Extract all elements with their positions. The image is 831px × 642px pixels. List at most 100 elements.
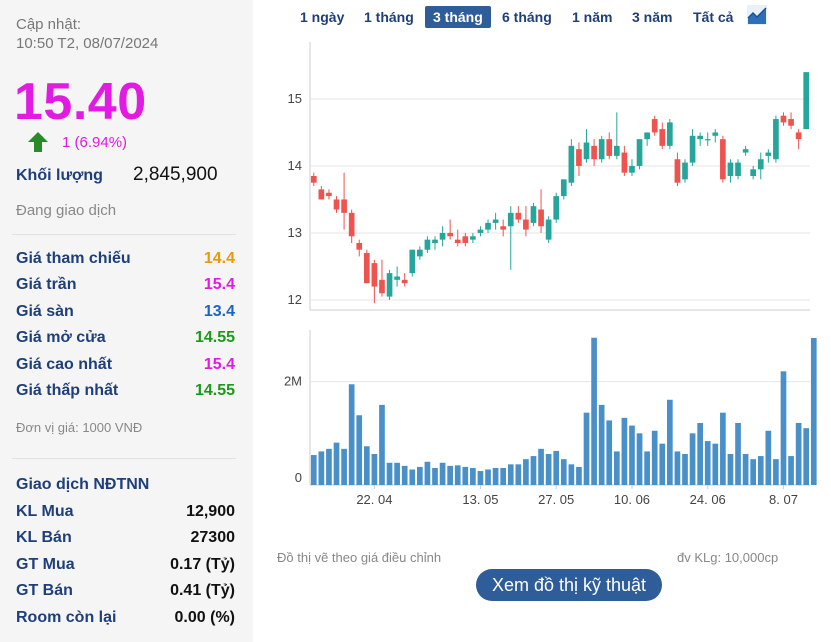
price-row-value: 14.4 xyxy=(203,250,235,267)
price-change: 1 (6.94%) xyxy=(62,134,128,151)
price-row-value: 14.55 xyxy=(194,382,235,399)
candle-body xyxy=(644,132,650,140)
candle-body xyxy=(363,253,370,284)
candle-body xyxy=(477,229,484,233)
foreign-row-buy-volume: KL Mua 12,900 xyxy=(16,503,235,525)
candle-body xyxy=(310,176,317,183)
price-row-label: Giá thấp nhất xyxy=(16,382,119,399)
volume-bar xyxy=(803,428,810,485)
x-tick-label: 22. 04 xyxy=(356,492,392,507)
volume-bar xyxy=(424,461,431,485)
volume-bar xyxy=(333,442,340,485)
current-price: 15.40 xyxy=(14,73,147,131)
candle-body xyxy=(682,162,688,180)
tab-3-years[interactable]: 3 năm xyxy=(624,6,680,28)
foreign-row-value: 0.41 (Tỷ) xyxy=(170,582,235,599)
volume-bar xyxy=(500,467,507,485)
candle-body xyxy=(773,119,779,160)
foreign-row-sell-value: GT Bán 0.41 (Tỷ) xyxy=(16,582,235,604)
candle-body xyxy=(507,212,514,227)
x-tick-label: 27. 05 xyxy=(538,492,574,507)
x-tick-label: 13. 05 xyxy=(462,492,498,507)
volume-bar xyxy=(598,404,605,485)
candle-body xyxy=(629,165,635,173)
volume-bar xyxy=(591,337,597,485)
tab-6-months[interactable]: 6 tháng xyxy=(494,6,560,28)
tab-1-month[interactable]: 1 tháng xyxy=(356,6,422,28)
candle-body xyxy=(553,196,560,220)
volume-bar xyxy=(507,464,514,485)
tab-3-months[interactable]: 3 tháng xyxy=(425,6,491,28)
tab-1-day[interactable]: 1 ngày xyxy=(292,6,352,28)
price-row-value: 14.55 xyxy=(194,329,235,346)
volume-bar xyxy=(644,451,650,485)
candle-body xyxy=(492,219,499,223)
candle-body xyxy=(424,239,431,250)
volume-bar xyxy=(810,337,817,485)
candle-body xyxy=(485,222,491,230)
volume-bar xyxy=(530,456,537,485)
volume-bar xyxy=(470,467,476,485)
volume-bar xyxy=(409,469,416,485)
candle-body xyxy=(394,276,400,280)
price-row-value: 13.4 xyxy=(203,303,235,320)
candle-body xyxy=(674,159,681,183)
volume-bar xyxy=(606,420,613,485)
volume-bar xyxy=(636,433,643,485)
volume-bar xyxy=(651,430,658,485)
tab-all[interactable]: Tất cả xyxy=(685,6,741,28)
volume-bar xyxy=(394,462,400,485)
area-chart-icon[interactable] xyxy=(747,5,767,25)
update-time: 10:50 T2, 08/07/2024 xyxy=(16,35,159,52)
volume-bar xyxy=(576,466,582,485)
volume-bar xyxy=(750,459,757,485)
arrow-up-icon xyxy=(28,132,48,152)
volume-bar xyxy=(553,450,560,485)
x-tick-label: 8. 07 xyxy=(769,492,798,507)
volume-tick-label: 2M xyxy=(284,374,302,389)
update-label: Cập nhật: xyxy=(16,16,82,33)
volume-bar xyxy=(515,464,522,485)
volume-bar xyxy=(326,448,332,485)
candle-body xyxy=(470,236,476,240)
trading-status: Đang giao dịch xyxy=(16,202,117,219)
price-tick-label: 15 xyxy=(288,91,302,106)
foreign-row-value: 12,900 xyxy=(186,503,235,520)
candle-body xyxy=(613,145,620,156)
volume-bar xyxy=(704,441,711,485)
foreign-row-value: 0.17 (Tỷ) xyxy=(170,556,235,573)
candle-body xyxy=(757,159,764,170)
candle-body xyxy=(447,232,453,237)
tab-1-year[interactable]: 1 năm xyxy=(564,6,620,28)
foreign-row-sell-volume: KL Bán 27300 xyxy=(16,529,235,551)
candle-body xyxy=(795,132,802,140)
price-unit-note: Đơn vị giá: 1000 VNĐ xyxy=(16,420,143,435)
technical-chart-button[interactable]: Xem đồ thị kỹ thuật xyxy=(476,569,662,601)
candle-body xyxy=(439,232,446,240)
candle-body xyxy=(538,209,544,227)
candle-body xyxy=(371,263,378,287)
volume-bar xyxy=(613,451,620,485)
price-row-label: Giá tham chiếu xyxy=(16,250,131,267)
candle-body xyxy=(727,162,734,176)
price-row-reference: Giá tham chiếu 14.4 xyxy=(16,250,235,272)
volume-bar xyxy=(401,465,408,485)
foreign-row-label: GT Mua xyxy=(16,556,75,573)
divider xyxy=(12,234,236,235)
volume-bar xyxy=(659,443,666,485)
volume-bar xyxy=(773,459,779,485)
candle-body xyxy=(606,139,613,156)
volume-bar xyxy=(742,454,749,485)
x-tick-label: 10. 06 xyxy=(614,492,650,507)
volume-bar xyxy=(348,384,355,485)
foreign-row-label: KL Mua xyxy=(16,503,74,520)
candle-body xyxy=(318,189,325,200)
candle-body xyxy=(583,142,590,160)
price-row-label: Giá sàn xyxy=(16,303,74,320)
volume-bar xyxy=(386,462,393,485)
volume-bar xyxy=(356,415,363,485)
candle-body xyxy=(636,139,643,166)
volume-bar xyxy=(795,423,802,485)
candle-body xyxy=(348,212,355,237)
candle-body xyxy=(659,129,666,146)
